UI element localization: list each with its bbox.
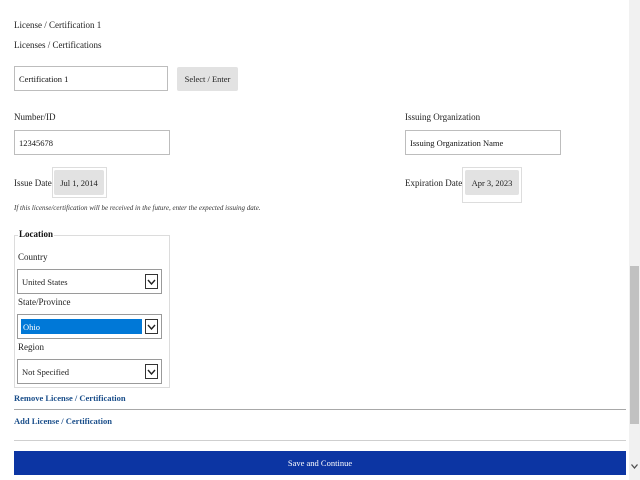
region-value: Not Specified	[22, 366, 69, 377]
certification-name-input[interactable]: Certification 1	[14, 66, 168, 91]
issuing-organization-input[interactable]: Issuing Organization Name	[405, 130, 561, 155]
issue-date-button[interactable]: Jul 1, 2014	[54, 170, 104, 195]
remove-certification-link[interactable]: Remove License / Certification	[14, 394, 126, 403]
location-legend: Location	[18, 229, 55, 239]
expiration-date-button[interactable]: Apr 3, 2023	[465, 170, 519, 195]
state-province-label: State/Province	[18, 297, 71, 307]
number-id-label: Number/ID	[14, 112, 56, 122]
chevron-down-icon	[145, 274, 158, 289]
issuing-organization-label: Issuing Organization	[405, 112, 481, 122]
chevron-down-icon	[145, 364, 158, 379]
scroll-down-arrow-icon[interactable]	[629, 459, 640, 473]
expiration-date-label: Expiration Date	[405, 178, 463, 188]
country-select[interactable]: United States	[17, 269, 162, 294]
section-title: License / Certification 1	[14, 20, 102, 30]
number-id-value: 12345678	[19, 137, 53, 148]
number-id-input[interactable]: 12345678	[14, 130, 170, 155]
divider	[14, 409, 626, 410]
issue-date-label: Issue Date	[14, 178, 52, 188]
save-and-continue-button[interactable]: Save and Continue	[14, 451, 626, 475]
future-date-hint: If this license/certification will be re…	[14, 204, 261, 212]
issuing-organization-value: Issuing Organization Name	[410, 137, 504, 148]
licenses-field-label: Licenses / Certifications	[14, 40, 102, 50]
add-certification-link[interactable]: Add License / Certification	[14, 417, 112, 426]
certification-name-value: Certification 1	[19, 73, 69, 84]
region-select[interactable]: Not Specified	[17, 359, 162, 384]
scrollbar-thumb[interactable]	[630, 266, 639, 424]
state-province-select[interactable]: Ohio	[17, 314, 162, 339]
country-value: United States	[22, 276, 68, 287]
chevron-down-icon	[145, 319, 158, 334]
divider	[14, 440, 626, 441]
state-province-value: Ohio	[21, 319, 142, 334]
country-label: Country	[18, 252, 48, 262]
select-enter-button[interactable]: Select / Enter	[177, 67, 238, 91]
region-label: Region	[18, 342, 44, 352]
